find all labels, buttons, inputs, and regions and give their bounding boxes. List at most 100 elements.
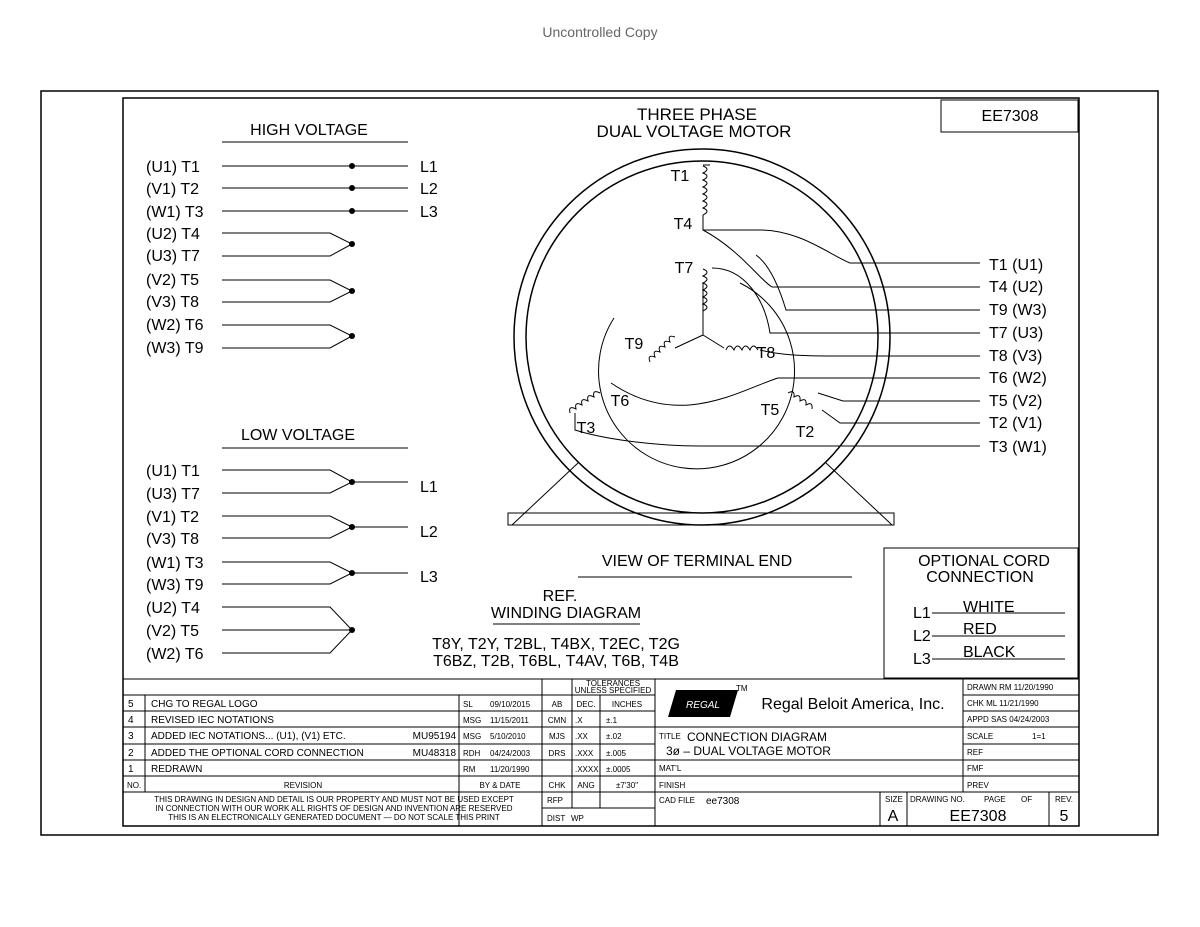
prev-label: PREV bbox=[967, 781, 989, 790]
finish-label: FINISH bbox=[659, 781, 685, 790]
hv-lead-label: (U1) T1 bbox=[146, 159, 200, 176]
rev-by: RM bbox=[463, 765, 476, 774]
rev-col-chk: CHK bbox=[549, 781, 567, 790]
cad-file-label: CAD FILE bbox=[659, 796, 695, 805]
lv-lead-label: (U3) T7 bbox=[146, 486, 200, 503]
notice-line-2: IN CONNECTION WITH OUR WORK ALL RIGHTS O… bbox=[156, 804, 513, 813]
rev-label: REV. bbox=[1055, 795, 1073, 804]
hv-lead-label: (V1) T2 bbox=[146, 181, 199, 198]
tol-ang-label: ANG bbox=[577, 781, 594, 790]
low-voltage-junctions bbox=[349, 479, 355, 633]
notice-line-1: THIS DRAWING IN DESIGN AND DETAIL IS OUR… bbox=[154, 795, 514, 804]
rfp-label: RFP bbox=[547, 796, 563, 805]
checked-by: CHK ML 11/21/1990 bbox=[967, 699, 1039, 708]
rev-by: RDH bbox=[463, 749, 481, 758]
cord-heading-2: CONNECTION bbox=[926, 569, 1034, 586]
logo-tm: TM bbox=[736, 684, 748, 693]
tol-dec: .XX bbox=[575, 732, 589, 741]
lv-lead-label: (V3) T8 bbox=[146, 531, 199, 548]
terminal-label: T9 (W3) bbox=[989, 302, 1047, 319]
terminal-label: T4 (U2) bbox=[989, 279, 1043, 296]
motor-stand-left bbox=[512, 463, 578, 525]
rev-chk: CMN bbox=[548, 716, 566, 725]
winding-label: T7 bbox=[675, 260, 694, 277]
matl-label: MAT'L bbox=[659, 764, 682, 773]
title-line-a: CONNECTION DIAGRAM bbox=[687, 730, 827, 744]
notice-line-3: THIS IS AN ELECTRONICALLY GENERATED DOCU… bbox=[168, 813, 500, 822]
hv-lead-label: (W2) T6 bbox=[146, 317, 204, 334]
company-name: Regal Beloit America, Inc. bbox=[761, 696, 944, 713]
low-voltage-wiring bbox=[222, 470, 408, 653]
terminal-label: T7 (U3) bbox=[989, 325, 1043, 342]
rev-desc: ADDED THE OPTIONAL CORD CONNECTION bbox=[151, 748, 364, 759]
winding-label: T9 bbox=[625, 336, 644, 353]
regal-logo: REGAL bbox=[668, 690, 738, 717]
tol-col-dec: DEC. bbox=[576, 700, 595, 709]
high-voltage-junctions bbox=[349, 163, 355, 339]
rev-date: 5/10/2010 bbox=[490, 732, 526, 741]
tol-val: ±.02 bbox=[606, 732, 622, 741]
rev-date: 11/15/2011 bbox=[490, 716, 529, 725]
hv-lead-label: (W1) T3 bbox=[146, 204, 204, 221]
tol-val: ±.005 bbox=[606, 749, 627, 758]
tol-val: ±.1 bbox=[606, 716, 618, 725]
tol-col-inches: INCHES bbox=[612, 700, 642, 709]
cord-heading-1: OPTIONAL CORD bbox=[918, 553, 1050, 570]
lv-lead-label: (V2) T5 bbox=[146, 623, 199, 640]
lv-lead-label: (W2) T6 bbox=[146, 646, 204, 663]
winding-label: T2 bbox=[796, 424, 815, 441]
page-label: PAGE bbox=[984, 795, 1006, 804]
rev-desc: REVISED IEC NOTATIONS bbox=[151, 715, 274, 726]
cord-color-red: RED bbox=[963, 621, 997, 638]
rev-ref: MU95194 bbox=[413, 731, 457, 742]
scale-label: SCALE bbox=[967, 732, 993, 741]
high-voltage-wiring bbox=[222, 166, 408, 348]
lv-lead-label: (W3) T9 bbox=[146, 577, 204, 594]
rev-no: 3 bbox=[128, 731, 134, 742]
lv-lead-label: (W1) T3 bbox=[146, 555, 204, 572]
rev-desc: CHG TO REGAL LOGO bbox=[151, 699, 258, 710]
drawn-by: DRAWN RM 11/20/1990 bbox=[967, 683, 1054, 692]
lead-t7 bbox=[712, 268, 980, 333]
winding-label: T3 bbox=[577, 420, 596, 437]
tolerance-rows: .X ±.1 .XX ±.02 .XXX ±.005 .XXXX ±.0005 bbox=[575, 716, 631, 774]
cord-rows: L1 WHITE L2 RED L3 BLACK bbox=[913, 599, 1065, 668]
rev-by: SL bbox=[463, 700, 473, 709]
drawing-no-label: DRAWING NO. bbox=[910, 795, 965, 804]
hv-line-l2: L2 bbox=[420, 181, 438, 198]
title-label: TITLE bbox=[659, 732, 681, 741]
rev-no: 2 bbox=[128, 748, 134, 759]
hv-lead-label: (U2) T4 bbox=[146, 226, 200, 243]
rev-desc: REDRAWN bbox=[151, 764, 202, 775]
lead-t5 bbox=[818, 393, 980, 401]
connection-diagram-sheet: THREE PHASE DUAL VOLTAGE MOTOR EE7308 HI… bbox=[0, 0, 1200, 927]
revision-number: 5 bbox=[1060, 808, 1069, 825]
rev-chk: DRS bbox=[549, 749, 566, 758]
tol-dec: .XXX bbox=[575, 749, 594, 758]
terminal-label: T3 (W1) bbox=[989, 439, 1047, 456]
coil-t6 bbox=[570, 392, 600, 413]
rev-desc: ADDED IEC NOTATIONS... (U1), (V1) ETC. bbox=[151, 731, 346, 742]
coil-t1-t4 bbox=[703, 166, 707, 215]
title-line-2: DUAL VOLTAGE MOTOR bbox=[597, 122, 792, 141]
high-voltage-leads: (U1) T1 (V1) T2 (W1) T3 (U2) T4 (U3) T7 (V2) … bbox=[146, 159, 204, 357]
rev-chk: AB bbox=[552, 700, 563, 709]
motor-inner-ring bbox=[526, 161, 878, 513]
winding-labels: T1 T4 T7 T9 T8 T6 T3 T5 T2 bbox=[577, 168, 815, 441]
tol-val: ±.0005 bbox=[606, 765, 631, 774]
high-voltage-heading: HIGH VOLTAGE bbox=[250, 122, 368, 139]
cord-line-l3: L3 bbox=[913, 651, 931, 668]
rev-col-revision: REVISION bbox=[284, 781, 322, 790]
rev-date: 04/24/2003 bbox=[490, 749, 531, 758]
lead-t1 bbox=[703, 215, 980, 263]
rev-col-bydate: BY & DATE bbox=[479, 781, 520, 790]
lv-lead-label: (U2) T4 bbox=[146, 600, 200, 617]
tolerances-heading-2: UNLESS SPECIFIED bbox=[575, 686, 652, 695]
winding-label: T1 bbox=[671, 168, 690, 185]
low-voltage-leads: (U1) T1 (U3) T7 (V1) T2 (V3) T8 (W1) T3 (W3) … bbox=[146, 463, 204, 663]
terminal-label: T8 (V3) bbox=[989, 348, 1042, 365]
terminal-label: T6 (W2) bbox=[989, 370, 1047, 387]
dist-label: DIST bbox=[547, 814, 565, 823]
winding-models-line1: T8Y, T2Y, T2BL, T4BX, T2EC, T2G bbox=[432, 636, 680, 653]
size-value: A bbox=[888, 808, 899, 825]
